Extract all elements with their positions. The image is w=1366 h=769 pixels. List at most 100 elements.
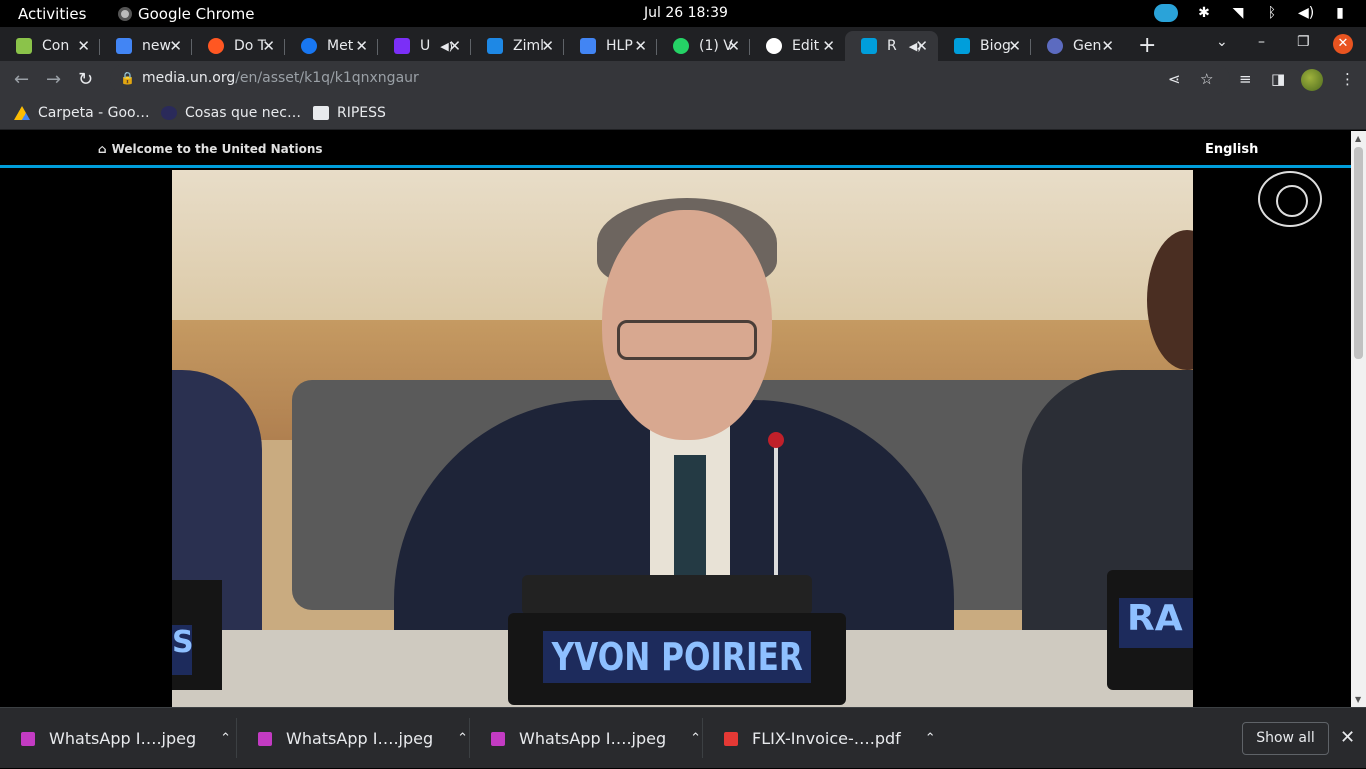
tab-3[interactable]: Met ✕ — [285, 31, 378, 61]
lock-icon[interactable]: 🔒 — [120, 71, 135, 85]
right-nameplate: RA — [1107, 570, 1193, 690]
download-item-2[interactable]: WhatsApp I….jpeg ⌃ — [470, 708, 703, 769]
left-nameplate-text: S — [172, 625, 194, 675]
menu-kebab-icon[interactable]: ⋮ — [1340, 70, 1355, 88]
google-docs-icon — [580, 38, 596, 54]
download-item-1[interactable]: WhatsApp I….jpeg ⌃ — [237, 708, 470, 769]
close-tab-icon[interactable]: ✕ — [1101, 37, 1114, 55]
close-tab-icon[interactable]: ✕ — [541, 37, 554, 55]
tab-2[interactable]: Do T ✕ — [192, 31, 285, 61]
bookmark-star-icon[interactable]: ☆ — [1200, 70, 1213, 88]
close-tab-icon[interactable]: ✕ — [169, 37, 182, 55]
wifi-icon[interactable]: ◥ — [1230, 5, 1246, 21]
pdf-file-icon — [724, 731, 738, 746]
globe-icon — [1047, 38, 1063, 54]
tab-6[interactable]: HLP ✕ — [564, 31, 657, 61]
download-item-0[interactable]: WhatsApp I….jpeg ⌃ — [0, 708, 237, 769]
tab-search-icon[interactable]: ⌄ — [1216, 34, 1228, 50]
tab-4[interactable]: U ◀) ✕ — [378, 31, 471, 61]
nameplate-text: YVON POIRIER — [551, 635, 803, 679]
scroll-up-icon[interactable]: ▲ — [1355, 134, 1361, 143]
profile-avatar[interactable] — [1301, 69, 1323, 91]
tab-0[interactable]: Con ✕ — [0, 31, 100, 61]
volume-icon[interactable]: ◀) — [1298, 5, 1314, 21]
app-menu[interactable]: Google Chrome — [118, 5, 255, 23]
address-bar[interactable]: 🔒 media.un.org/en/asset/k1q/k1qnxngaur — [110, 64, 1230, 94]
minimize-button[interactable]: – — [1258, 34, 1265, 50]
folder-icon — [313, 106, 329, 120]
back-icon[interactable]: ← — [14, 69, 29, 90]
welcome-link[interactable]: ⌂ Welcome to the United Nations — [98, 142, 323, 156]
download-bar: WhatsApp I….jpeg ⌃ WhatsApp I….jpeg ⌃ Wh… — [0, 707, 1366, 768]
chevron-up-icon[interactable]: ⌃ — [220, 731, 231, 746]
language-selector[interactable]: English — [1205, 142, 1258, 157]
tab-title: new — [142, 38, 171, 54]
chevron-up-icon[interactable]: ⌃ — [925, 731, 936, 746]
tab-9-active[interactable]: R ◀) ✕ — [845, 31, 938, 61]
tab-strip: Con ✕ new ✕ Do T ✕ Met ✕ U ◀) ✕ Ziml ✕ H… — [0, 27, 1366, 61]
close-tab-icon[interactable]: ✕ — [915, 37, 928, 55]
show-all-button[interactable]: Show all — [1242, 722, 1329, 755]
scroll-down-icon[interactable]: ▼ — [1355, 695, 1361, 704]
tab-8[interactable]: Edit ✕ — [750, 31, 845, 61]
browser-toolbar: ← → ↻ 🔒 media.un.org/en/asset/k1q/k1qnxn… — [0, 61, 1366, 98]
restore-button[interactable]: ❐ — [1297, 34, 1310, 50]
share-icon[interactable]: ⋖ — [1168, 70, 1181, 88]
activities-button[interactable]: Activities — [18, 5, 86, 23]
telegram-icon[interactable] — [1154, 4, 1178, 22]
side-panel-icon[interactable]: ◨ — [1271, 70, 1285, 88]
tab-1[interactable]: new ✕ — [100, 31, 192, 61]
close-tab-icon[interactable]: ✕ — [355, 37, 368, 55]
close-tab-icon[interactable]: ✕ — [77, 37, 90, 55]
image-file-icon — [258, 731, 272, 746]
close-tab-icon[interactable]: ✕ — [262, 37, 275, 55]
chevron-up-icon[interactable]: ⌃ — [457, 731, 468, 746]
tab-5[interactable]: Ziml ✕ — [471, 31, 564, 61]
bookmark-carpeta[interactable]: Carpeta - Goo… — [14, 105, 150, 121]
clock[interactable]: Jul 26 18:39 — [644, 5, 728, 21]
close-tab-icon[interactable]: ✕ — [822, 37, 835, 55]
meta-icon — [301, 38, 317, 54]
reload-icon[interactable]: ↻ — [78, 69, 93, 90]
bookmark-label: RIPESS — [337, 105, 386, 121]
system-tray[interactable]: ✱ ◥ ᛒ ◀) ▮ — [1154, 4, 1348, 22]
un-web-tv-icon — [954, 38, 970, 54]
home-icon: ⌂ — [98, 142, 107, 156]
bluetooth-icon[interactable]: ᛒ — [1264, 5, 1280, 21]
forward-icon[interactable]: → — [46, 69, 61, 90]
tab-11[interactable]: Gen ✕ — [1031, 31, 1124, 61]
download-filename: WhatsApp I….jpeg — [519, 729, 667, 748]
close-tab-icon[interactable]: ✕ — [634, 37, 647, 55]
chevron-up-icon[interactable]: ⌃ — [690, 731, 701, 746]
page-content: ⌂ Welcome to the United Nations English … — [0, 131, 1351, 707]
scrollbar-thumb[interactable] — [1354, 147, 1363, 359]
page-scrollbar[interactable]: ▲ ▼ — [1351, 131, 1366, 707]
close-tab-icon[interactable]: ✕ — [727, 37, 740, 55]
tab-title: Ziml — [513, 38, 545, 54]
close-window-button[interactable]: ✕ — [1333, 34, 1353, 54]
battery-icon[interactable]: ▮ — [1332, 5, 1348, 21]
tab-favicon-icon — [16, 38, 32, 54]
new-tab-button[interactable]: + — [1138, 33, 1156, 58]
tab-title: R — [887, 38, 897, 54]
url-text[interactable]: media.un.org/en/asset/k1q/k1qnxngaur — [142, 70, 419, 86]
close-download-bar-icon[interactable]: ✕ — [1340, 727, 1355, 748]
tab-title: Gen — [1073, 38, 1102, 54]
close-tab-icon[interactable]: ✕ — [448, 37, 461, 55]
tab-10[interactable]: Biog ✕ — [938, 31, 1031, 61]
un-emblem-logo[interactable] — [1258, 171, 1322, 227]
bookmark-ripess[interactable]: RIPESS — [313, 105, 386, 121]
media-controls-icon[interactable]: ≡ — [1239, 70, 1252, 88]
google-docs-icon — [116, 38, 132, 54]
slack-icon[interactable]: ✱ — [1196, 5, 1212, 21]
left-nameplate: S — [172, 580, 222, 690]
tab-title: Met — [327, 38, 354, 54]
image-file-icon — [491, 731, 505, 746]
download-item-3[interactable]: FLIX-Invoice-….pdf ⌃ — [703, 708, 936, 769]
close-tab-icon[interactable]: ✕ — [1008, 37, 1021, 55]
video-player[interactable]: YVON POIRIER RA S — [172, 170, 1193, 707]
tab-title: Edit — [792, 38, 820, 54]
bookmark-cosas[interactable]: Cosas que nec… — [161, 105, 301, 121]
tab-title: HLP — [606, 38, 633, 54]
tab-7[interactable]: (1) V ✕ — [657, 31, 750, 61]
